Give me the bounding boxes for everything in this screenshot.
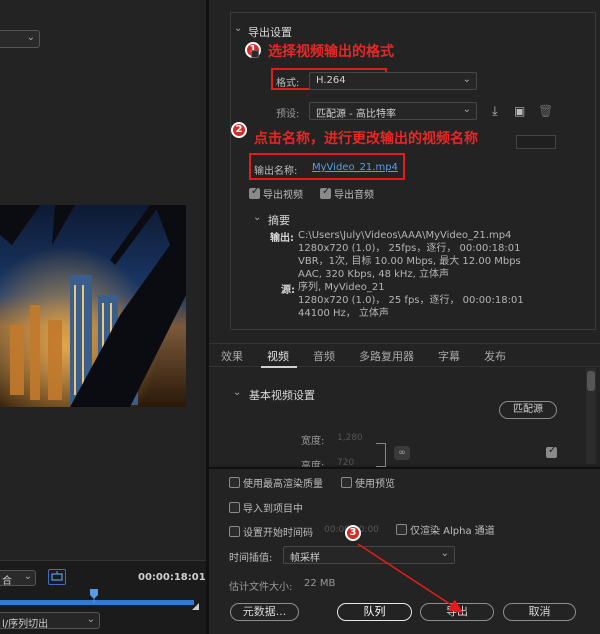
export-video-checkbox[interactable] <box>249 186 260 199</box>
link-icon[interactable]: ∞ <box>394 446 410 460</box>
aspect-bracket <box>376 443 386 467</box>
time-interpolation-label: 时间插值: <box>229 553 273 564</box>
tab-publish[interactable]: 发布 <box>484 348 506 364</box>
export-settings-title: 导出设置 <box>248 26 292 39</box>
duration-timecode: 00:00:18:01 <box>138 572 206 583</box>
chevron-down-icon: ⌄ <box>23 571 32 582</box>
tab-multiplexer[interactable]: 多路复用器 <box>359 348 414 364</box>
active-tab-indicator <box>261 366 297 368</box>
format-select[interactable]: H.264 ⌄ <box>309 72 477 90</box>
estimated-size-label: 估计文件大小: <box>229 582 293 593</box>
source-view-select[interactable]: ⌄ <box>0 30 40 48</box>
time-interpolation-value: 帧采样 <box>290 553 320 564</box>
estimated-size-value: 22 MB <box>304 578 336 589</box>
summary-output-key: 输出: <box>270 233 294 244</box>
fit-frame-icon[interactable] <box>48 569 66 585</box>
annotation-arrow <box>357 543 464 613</box>
comments-field[interactable] <box>516 135 556 149</box>
summary-source-line: 序列, MyVideo_21 <box>298 282 385 293</box>
cancel-button[interactable]: 取消 <box>503 603 576 621</box>
set-start-timecode-label: 设置开始时间码 <box>243 528 313 539</box>
format-label: 格式: <box>276 78 300 89</box>
tab-effects[interactable]: 效果 <box>221 348 243 364</box>
step-2-badge: 2 <box>231 122 247 138</box>
summary-source-key: 源: <box>281 285 295 296</box>
step-2-annotation: 点击名称，进行更改输出的视频名称 <box>254 131 478 147</box>
chevron-down-icon: ⌄ <box>86 614 95 625</box>
preset-value: 匹配源 - 高比特率 <box>316 109 396 120</box>
output-name-label: 输出名称: <box>254 166 298 177</box>
match-width-checkbox[interactable] <box>546 445 557 458</box>
scrollbar-thumb[interactable] <box>587 371 595 391</box>
video-preview-frame <box>0 205 186 407</box>
summary-output-line: C:\Users\July\Videos\AAA\MyVideo_21.mp4 <box>298 230 512 241</box>
source-range-select[interactable]: l/序列切出 ⌄ <box>0 612 100 630</box>
summary-output-line: AAC, 320 Kbps, 48 kHz, 立体声 <box>298 269 450 280</box>
tab-captions[interactable]: 字幕 <box>438 348 460 364</box>
out-point-marker[interactable] <box>192 603 199 610</box>
playhead-handle[interactable] <box>90 589 98 603</box>
import-preset-icon[interactable]: ▣ <box>514 104 525 118</box>
export-audio-label: 导出音频 <box>334 190 374 201</box>
source-range-value: l/序列切出 <box>2 619 49 630</box>
basic-video-title: 基本视频设置 <box>249 389 315 402</box>
tab-video[interactable]: 视频 <box>267 348 289 364</box>
save-preset-icon[interactable]: ⤓ <box>492 104 498 119</box>
step-1-annotation: 选择视频输出的格式 <box>268 44 394 60</box>
delete-preset-icon[interactable]: 🗑 <box>538 104 553 118</box>
summary-source-line: 1280x720 (1.0)， 25 fps，逐行， 00:00:18:01 <box>298 295 524 306</box>
format-value: H.264 <box>316 75 346 86</box>
chevron-down-icon[interactable]: ⌄ <box>253 212 261 223</box>
hidden-checkbox[interactable] <box>251 50 259 58</box>
width-value[interactable]: 1,280 <box>337 433 363 443</box>
use-previews-checkbox[interactable] <box>341 477 352 488</box>
preset-select[interactable]: 匹配源 - 高比特率 ⌄ <box>309 102 477 120</box>
export-video-label: 导出视频 <box>263 190 303 201</box>
width-label: 宽度: <box>301 436 325 447</box>
max-render-quality-label: 使用最高渲染质量 <box>243 479 323 490</box>
zoom-select[interactable]: 合 ⌄ <box>0 570 36 587</box>
summary-source-line: 44100 Hz， 立体声 <box>298 308 389 319</box>
chevron-down-icon: ⌄ <box>462 74 471 85</box>
import-into-project-label: 导入到项目中 <box>243 504 303 515</box>
summary-output-line: 1280x720 (1.0)， 25fps，逐行， 00:00:18:01 <box>298 243 521 254</box>
chevron-down-icon: ⌄ <box>26 32 35 43</box>
export-audio-checkbox[interactable] <box>320 186 331 199</box>
metadata-button[interactable]: 元数据... <box>230 603 299 621</box>
use-previews-label: 使用预览 <box>355 479 395 490</box>
zoom-value: 合 <box>2 576 12 587</box>
summary-title: 摘要 <box>268 214 290 227</box>
preset-label: 预设: <box>276 109 300 120</box>
chevron-down-icon[interactable]: ⌄ <box>233 387 241 398</box>
tab-audio[interactable]: 音频 <box>313 348 335 364</box>
chevron-down-icon[interactable]: ⌄ <box>234 23 242 34</box>
summary-output-line: VBR，1次, 目标 10.00 Mbps, 最大 12.00 Mbps <box>298 256 521 267</box>
city-night-image <box>0 205 186 407</box>
set-start-timecode-checkbox[interactable] <box>229 526 240 537</box>
chevron-down-icon: ⌄ <box>462 104 471 115</box>
output-name-link[interactable]: MyVideo_21.mp4 <box>312 162 398 173</box>
max-render-quality-checkbox[interactable] <box>229 477 240 488</box>
match-source-button[interactable]: 匹配源 <box>499 401 557 419</box>
import-into-project-checkbox[interactable] <box>229 502 240 513</box>
